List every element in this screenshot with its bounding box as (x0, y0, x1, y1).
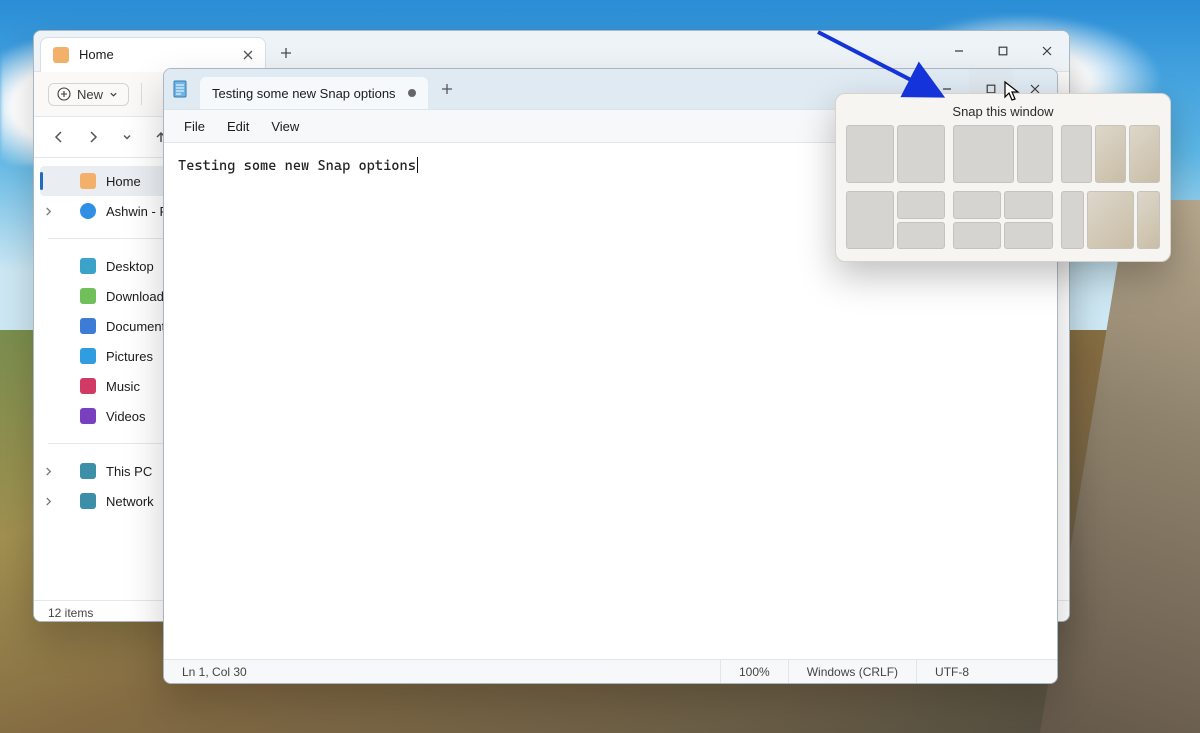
snap-layout-quadrants[interactable] (953, 191, 1052, 249)
plus-circle-icon (57, 87, 71, 101)
explorer-close-button[interactable] (1025, 31, 1069, 71)
status-item-count: 12 items (48, 606, 93, 620)
chevron-right-icon[interactable] (44, 207, 53, 216)
menu-view[interactable]: View (261, 115, 309, 138)
cloud-icon (80, 203, 96, 219)
separator (141, 83, 142, 105)
back-button[interactable] (44, 122, 74, 152)
sidebar-item-label: Downloads (106, 289, 170, 304)
new-button-label: New (77, 87, 103, 102)
explorer-tab-label: Home (79, 47, 114, 62)
sidebar-item-label: This PC (106, 464, 152, 479)
editor-content: Testing some new Snap options (178, 158, 418, 174)
explorer-new-tab-button[interactable] (272, 39, 300, 67)
sidebar-item-label: Network (106, 494, 154, 509)
pictures-icon (80, 348, 96, 364)
computer-icon (80, 463, 96, 479)
menu-file[interactable]: File (174, 115, 215, 138)
sidebar-item-label: Desktop (106, 259, 154, 274)
chevron-down-icon (109, 90, 118, 99)
home-icon (53, 47, 69, 63)
sidebar-item-label: Music (106, 379, 140, 394)
forward-button[interactable] (78, 122, 108, 152)
menu-edit[interactable]: Edit (217, 115, 259, 138)
snap-layout-three-columns[interactable] (1061, 125, 1160, 183)
explorer-tab-home[interactable]: Home (40, 37, 266, 72)
sidebar-item-label: Documents (106, 319, 172, 334)
video-icon (80, 408, 96, 424)
notepad-tab[interactable]: Testing some new Snap options (200, 77, 428, 109)
status-zoom: 100% (720, 660, 788, 684)
new-button[interactable]: New (48, 83, 129, 106)
document-icon (80, 318, 96, 334)
sidebar-item-label: Home (106, 174, 141, 189)
snap-layouts-flyout: Snap this window (835, 93, 1171, 262)
snap-flyout-title: Snap this window (846, 100, 1160, 125)
snap-layout-70-30[interactable] (953, 125, 1052, 183)
snap-layout-25-50-25[interactable] (1061, 191, 1160, 249)
desktop-icon (80, 258, 96, 274)
unsaved-indicator-icon (408, 89, 416, 97)
music-icon (80, 378, 96, 394)
notepad-app-icon (164, 69, 196, 109)
status-line-ending: Windows (CRLF) (788, 660, 916, 684)
notepad-new-tab-button[interactable] (432, 74, 462, 104)
download-icon (80, 288, 96, 304)
snap-layout-left-and-stack[interactable] (846, 191, 945, 249)
explorer-titlebar[interactable]: Home (34, 31, 1069, 72)
recent-locations-button[interactable] (112, 122, 142, 152)
notepad-status-bar: Ln 1, Col 30 100% Windows (CRLF) UTF-8 (164, 659, 1057, 684)
sidebar-item-label: Videos (106, 409, 146, 424)
home-icon (80, 173, 96, 189)
notepad-tab-label: Testing some new Snap options (212, 86, 396, 101)
snap-layout-two-columns[interactable] (846, 125, 945, 183)
explorer-minimize-button[interactable] (937, 31, 981, 71)
sidebar-item-label: Pictures (106, 349, 153, 364)
chevron-right-icon[interactable] (44, 497, 53, 506)
status-cursor-position: Ln 1, Col 30 (164, 660, 720, 684)
close-tab-icon[interactable] (243, 50, 253, 60)
explorer-maximize-button[interactable] (981, 31, 1025, 71)
status-encoding: UTF-8 (916, 660, 987, 684)
chevron-right-icon[interactable] (44, 467, 53, 476)
network-icon (80, 493, 96, 509)
